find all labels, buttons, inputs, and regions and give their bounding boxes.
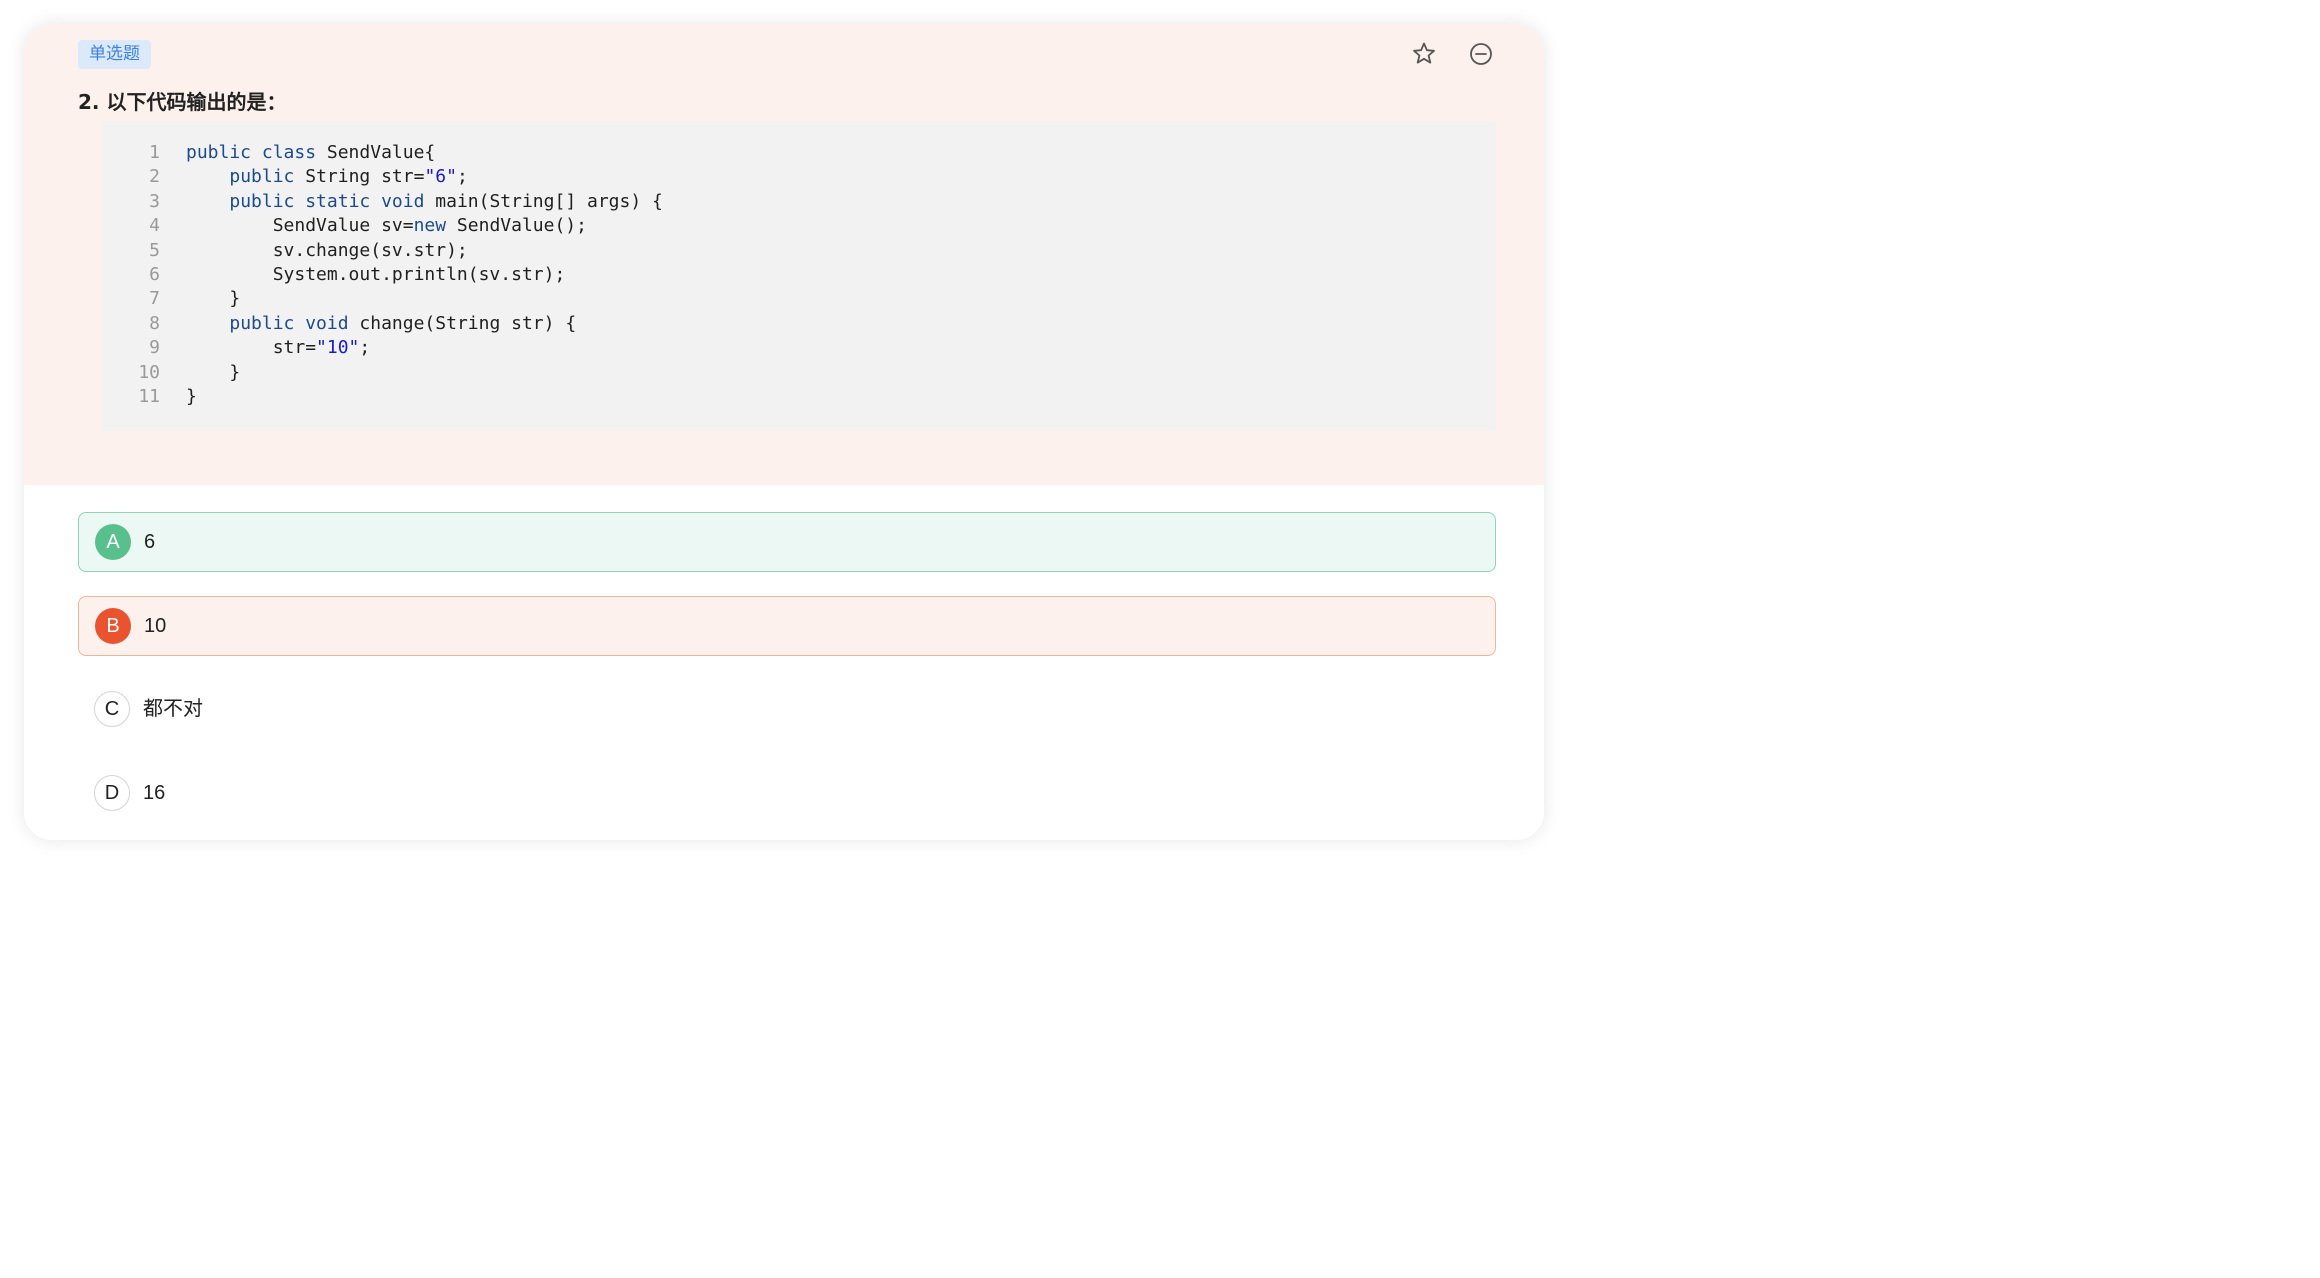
option-text: 都不对 bbox=[143, 698, 203, 720]
code-text: sv.change(sv.str); bbox=[186, 239, 468, 261]
option-c[interactable]: C 都不对 bbox=[78, 680, 1496, 740]
line-number: 10 bbox=[138, 361, 160, 383]
line-number: 6 bbox=[149, 264, 160, 285]
code-text: } bbox=[186, 361, 241, 383]
question-title: 2. 以下代码输出的是： bbox=[78, 90, 287, 114]
option-letter: C bbox=[94, 691, 130, 727]
line-number: 3 bbox=[149, 190, 160, 212]
minus-circle-icon[interactable] bbox=[1468, 41, 1494, 67]
line-number: 5 bbox=[149, 239, 160, 261]
code-text: public class SendValue{ bbox=[186, 142, 436, 163]
code-text: } bbox=[186, 288, 241, 310]
code-text: System.out.println(sv.str); bbox=[186, 264, 566, 285]
code-text: SendValue sv=new SendValue(); bbox=[186, 215, 587, 237]
code-text: } bbox=[186, 386, 197, 407]
code-text: public void change(String str) { bbox=[229, 312, 577, 334]
code-block: 1 public class SendValue{ 2 public String … bbox=[102, 121, 1496, 431]
code-text: public String str="6"; bbox=[229, 166, 468, 188]
option-text: 6 bbox=[144, 531, 156, 553]
line-number: 4 bbox=[149, 215, 160, 237]
line-number: 1 bbox=[149, 142, 160, 163]
option-letter: D bbox=[94, 775, 130, 811]
code-text: public static void main(String[] args) { bbox=[229, 190, 663, 212]
question-card: 单选题 2. 以下代码输出的是： 1 public class SendValue… bbox=[24, 24, 1544, 840]
option-b[interactable]: B 10 bbox=[78, 596, 1496, 656]
code-text: str="10"; bbox=[186, 337, 371, 359]
option-letter: B bbox=[95, 608, 131, 644]
line-number: 9 bbox=[149, 337, 160, 359]
option-letter: A bbox=[95, 524, 131, 560]
line-number: 11 bbox=[138, 386, 160, 407]
line-number: 7 bbox=[149, 288, 160, 310]
star-icon[interactable] bbox=[1411, 41, 1437, 67]
question-section: 单选题 2. 以下代码输出的是： 1 public class SendValue… bbox=[24, 24, 1544, 485]
option-d[interactable]: D 16 bbox=[78, 764, 1496, 824]
option-text: 10 bbox=[144, 615, 167, 637]
option-text: 16 bbox=[143, 782, 166, 804]
line-number: 8 bbox=[149, 312, 160, 334]
line-number: 2 bbox=[149, 166, 160, 188]
question-type-badge: 单选题 bbox=[78, 40, 151, 69]
option-a[interactable]: A 6 bbox=[78, 512, 1496, 572]
